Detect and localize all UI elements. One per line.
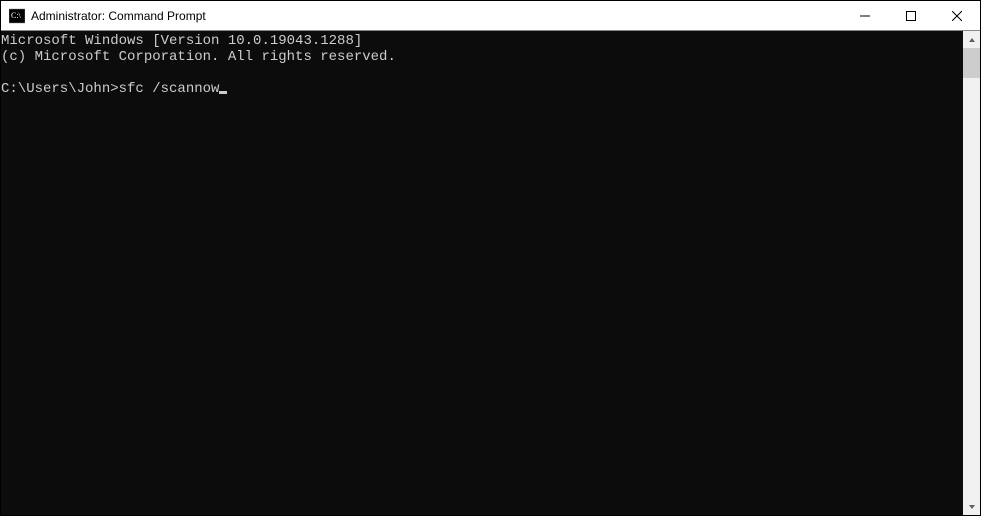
console-command: sfc /scannow	[119, 81, 220, 97]
console-prompt: C:\Users\John>	[1, 81, 119, 97]
console-output[interactable]: Microsoft Windows [Version 10.0.19043.12…	[1, 31, 963, 515]
command-prompt-window: C:\ Administrator: Command Prompt Micros…	[0, 0, 981, 516]
console-line: Microsoft Windows [Version 10.0.19043.12…	[1, 33, 362, 49]
window-title: Administrator: Command Prompt	[31, 9, 842, 23]
scroll-up-arrow-icon[interactable]	[963, 31, 980, 48]
scroll-down-arrow-icon[interactable]	[963, 498, 980, 515]
scroll-track[interactable]	[963, 48, 980, 498]
window-controls	[842, 1, 980, 30]
text-cursor	[219, 91, 227, 94]
console-area: Microsoft Windows [Version 10.0.19043.12…	[1, 31, 980, 515]
console-line: (c) Microsoft Corporation. All rights re…	[1, 49, 396, 65]
close-button[interactable]	[934, 1, 980, 30]
maximize-button[interactable]	[888, 1, 934, 30]
vertical-scrollbar[interactable]	[963, 31, 980, 515]
cmd-icon: C:\	[9, 8, 25, 24]
titlebar[interactable]: C:\ Administrator: Command Prompt	[1, 1, 980, 31]
minimize-button[interactable]	[842, 1, 888, 30]
scroll-thumb[interactable]	[963, 48, 980, 78]
svg-text:C:\: C:\	[11, 11, 22, 20]
